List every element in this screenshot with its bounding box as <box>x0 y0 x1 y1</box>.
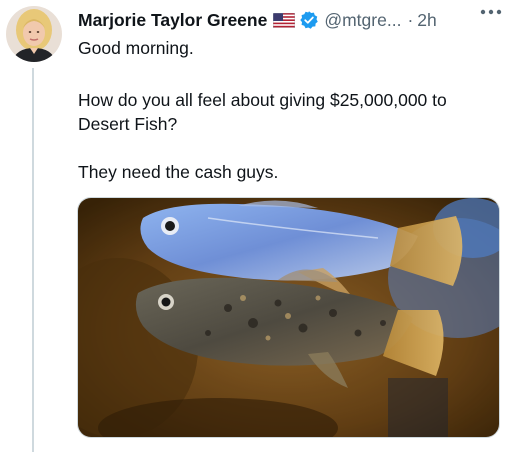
tweet-text-line-3: They need the cash guys. <box>78 162 279 182</box>
us-flag-icon <box>273 12 296 28</box>
timestamp-separator: · <box>407 9 414 30</box>
avatar[interactable] <box>6 6 62 62</box>
tweet-text-line-1: Good morning. <box>78 38 194 58</box>
thread-line <box>32 68 34 452</box>
tweet-header: Marjorie Taylor Greene @mtgre... · 2h <box>78 8 503 32</box>
verified-badge-icon[interactable] <box>299 10 319 30</box>
tweet-text-line-2: How do you all feel about giving $25,000… <box>78 90 447 134</box>
fish-photo[interactable] <box>77 197 500 438</box>
tweet[interactable]: Marjorie Taylor Greene @mtgre... · 2h Go… <box>0 0 510 452</box>
more-options-icon[interactable] <box>478 2 504 22</box>
timestamp[interactable]: 2h <box>417 10 436 31</box>
display-name[interactable]: Marjorie Taylor Greene <box>78 10 267 31</box>
handle[interactable]: @mtgre... <box>324 10 401 31</box>
